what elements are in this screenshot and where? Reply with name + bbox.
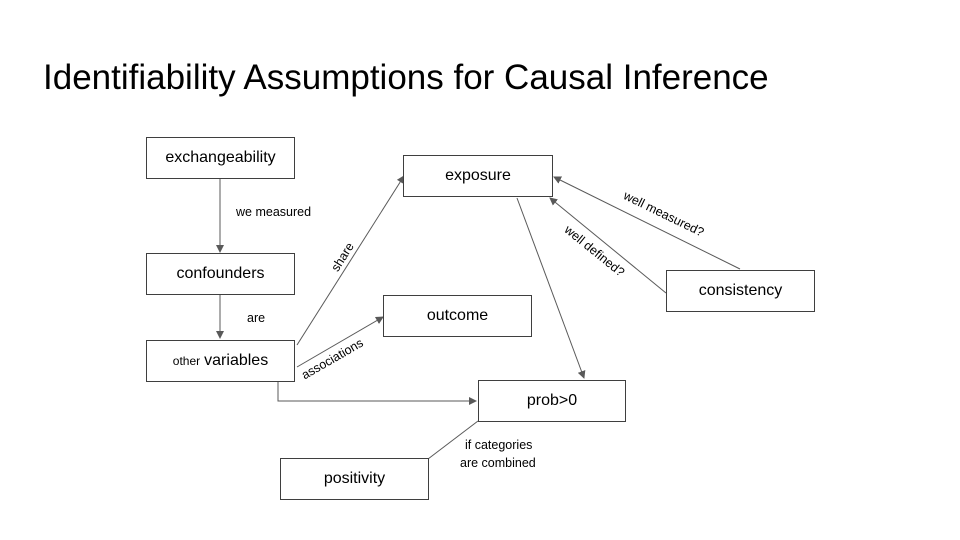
node-label: prob>0 [526, 392, 578, 409]
edge-label-if-categories-line2: are combined [460, 456, 536, 470]
node-outcome: outcome [383, 295, 532, 337]
edge-consistency-exposure-measured [553, 176, 741, 270]
node-label: exchangeability [165, 149, 276, 166]
node-exposure: exposure [403, 155, 553, 197]
node-label-small: other [172, 354, 201, 368]
node-label: variables [204, 352, 269, 369]
node-exchangeability: exchangeability [146, 137, 295, 179]
node-consistency: consistency [666, 270, 815, 312]
node-prob: prob>0 [478, 380, 626, 422]
node-other-variables: other variables [146, 340, 295, 382]
node-label: exposure [445, 167, 511, 184]
node-label: outcome [426, 307, 489, 324]
node-positivity: positivity [280, 458, 429, 500]
node-label: positivity [323, 470, 386, 487]
node-label: confounders [176, 265, 265, 282]
edge-label-are: are [247, 311, 266, 325]
edge-label-if-categories-line1: if categories [465, 438, 533, 452]
edge-label-we-measured: we measured [236, 205, 312, 219]
edge-variables-prob [277, 382, 477, 405]
node-confounders: confounders [146, 253, 295, 295]
node-label: consistency [698, 282, 783, 299]
